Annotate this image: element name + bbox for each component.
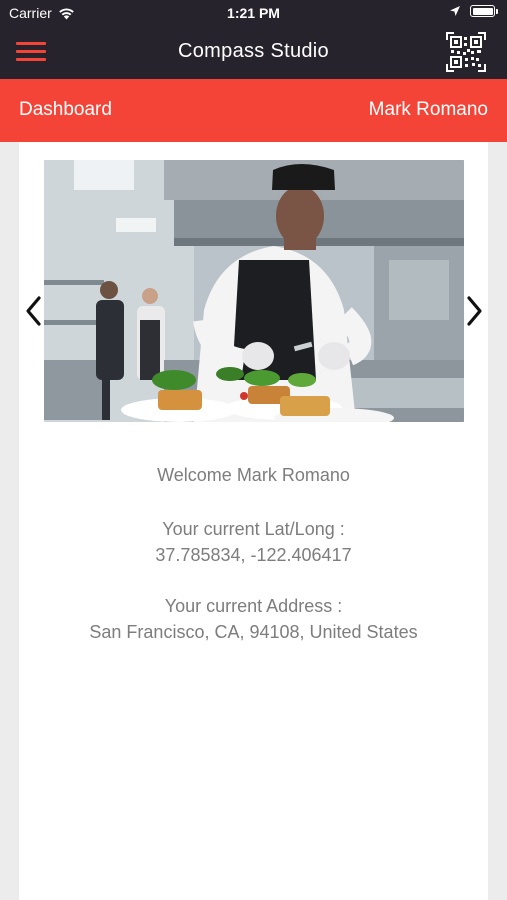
status-time: 1:21 PM [227,5,280,21]
sub-header: Dashboard Mark Romano [0,79,507,142]
app-screen: Carrier 1:21 PM Compass Studio Dashboard… [0,0,507,900]
status-bar: Carrier 1:21 PM [0,0,507,28]
app-title: Compass Studio [178,40,329,62]
content-card: Welcome Mark Romano Your current Lat/Lon… [19,142,488,900]
battery-icon [470,5,498,17]
user-name-link[interactable]: Mark Romano [369,99,488,121]
dashboard-link[interactable]: Dashboard [19,99,112,121]
latlong-value: 37.785834, -122.406417 [155,545,352,565]
chevron-left-icon[interactable] [22,294,46,328]
latlong-label: Your current Lat/Long : [162,519,345,539]
chevron-right-icon[interactable] [462,294,486,328]
latlong-section: Your current Lat/Long : 37.785834, -122.… [19,516,488,568]
address-section: Your current Address : San Francisco, CA… [19,593,488,645]
location-arrow-icon [450,6,460,16]
status-icons [449,5,498,17]
address-label: Your current Address : [164,596,343,616]
welcome-text: Welcome Mark Romano [157,465,350,485]
image-carousel[interactable] [44,160,464,422]
navigation-bar: Carrier 1:21 PM Compass Studio [0,0,507,79]
chef-plating-food-photo [44,160,464,422]
qr-code-icon[interactable] [446,32,486,72]
address-value: San Francisco, CA, 94108, United States [89,622,418,642]
